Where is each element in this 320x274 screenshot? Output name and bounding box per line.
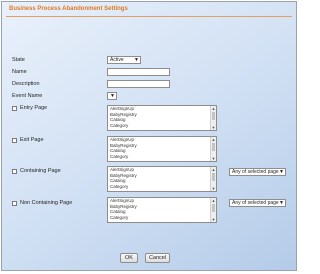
- name-label: Name: [12, 69, 27, 75]
- non-containing-page-label: Non Containing Page: [20, 200, 73, 206]
- chevron-down-icon: ▼: [279, 169, 284, 175]
- scroll-thumb[interactable]: [212, 204, 215, 212]
- exit-page-listbox[interactable]: AlertSignUp BabyRegistry Catalog Categor…: [107, 136, 217, 162]
- settings-dialog: Business Process Abandonment Settings St…: [1, 1, 297, 271]
- state-select[interactable]: Active ▼: [107, 56, 141, 64]
- entry-page-checkbox[interactable]: [12, 106, 17, 111]
- non-containing-page-listbox[interactable]: AlertSignUp BabyRegistry Catalog Categor…: [107, 197, 217, 223]
- non-containing-page-checkbox[interactable]: [12, 201, 17, 206]
- title-divider: [6, 16, 292, 17]
- description-label: Description: [12, 81, 40, 87]
- exit-page-label: Exit Page: [20, 137, 44, 143]
- chevron-down-icon: ▼: [110, 93, 115, 99]
- state-value: Active: [110, 57, 124, 63]
- name-input[interactable]: [107, 68, 170, 76]
- entry-page-label: Entry Page: [20, 105, 48, 111]
- cancel-button[interactable]: Cancel: [145, 253, 170, 263]
- scroll-thumb[interactable]: [212, 173, 215, 181]
- ok-button[interactable]: OK: [120, 253, 138, 263]
- listbox-scrollbar[interactable]: ▲ ▼: [210, 137, 216, 161]
- event-name-label: Event Name: [12, 93, 43, 99]
- containing-page-checkbox[interactable]: [12, 169, 17, 174]
- exit-page-checkbox[interactable]: [12, 138, 17, 143]
- listbox-scrollbar[interactable]: ▲ ▼: [210, 106, 216, 130]
- chevron-down-icon: ▼: [134, 57, 139, 63]
- description-input[interactable]: [107, 80, 170, 88]
- list-option[interactable]: Category: [108, 215, 216, 221]
- state-label: State: [12, 57, 25, 63]
- dialog-title: Business Process Abandonment Settings: [9, 6, 128, 12]
- non-containing-page-match-value: Any of selected page: [232, 200, 279, 206]
- containing-page-label: Containing Page: [20, 168, 61, 174]
- scroll-down-icon[interactable]: ▼: [211, 125, 216, 130]
- scroll-up-icon[interactable]: ▲: [211, 198, 216, 203]
- containing-page-match-select[interactable]: Any of selected page ▼: [229, 168, 286, 176]
- scroll-down-icon[interactable]: ▼: [211, 217, 216, 222]
- containing-page-listbox[interactable]: AlertSignUp BabyRegistry Catalog Categor…: [107, 166, 217, 192]
- chevron-down-icon: ▼: [279, 200, 284, 206]
- listbox-scrollbar[interactable]: ▲ ▼: [210, 167, 216, 191]
- scroll-down-icon[interactable]: ▼: [211, 186, 216, 191]
- non-containing-page-match-select[interactable]: Any of selected page ▼: [229, 199, 286, 207]
- containing-page-match-value: Any of selected page: [232, 169, 279, 175]
- entry-page-listbox[interactable]: AlertSignUp BabyRegistry Catalog Categor…: [107, 105, 217, 131]
- listbox-scrollbar[interactable]: ▲ ▼: [210, 198, 216, 222]
- scroll-thumb[interactable]: [212, 143, 215, 151]
- list-option[interactable]: Category: [108, 154, 216, 160]
- scroll-down-icon[interactable]: ▼: [211, 156, 216, 161]
- scroll-up-icon[interactable]: ▲: [211, 167, 216, 172]
- scroll-thumb[interactable]: [212, 112, 215, 120]
- scroll-up-icon[interactable]: ▲: [211, 137, 216, 142]
- event-name-select[interactable]: ▼: [107, 92, 117, 100]
- list-option[interactable]: Category: [108, 184, 216, 190]
- scroll-up-icon[interactable]: ▲: [211, 106, 216, 111]
- list-option[interactable]: Category: [108, 123, 216, 129]
